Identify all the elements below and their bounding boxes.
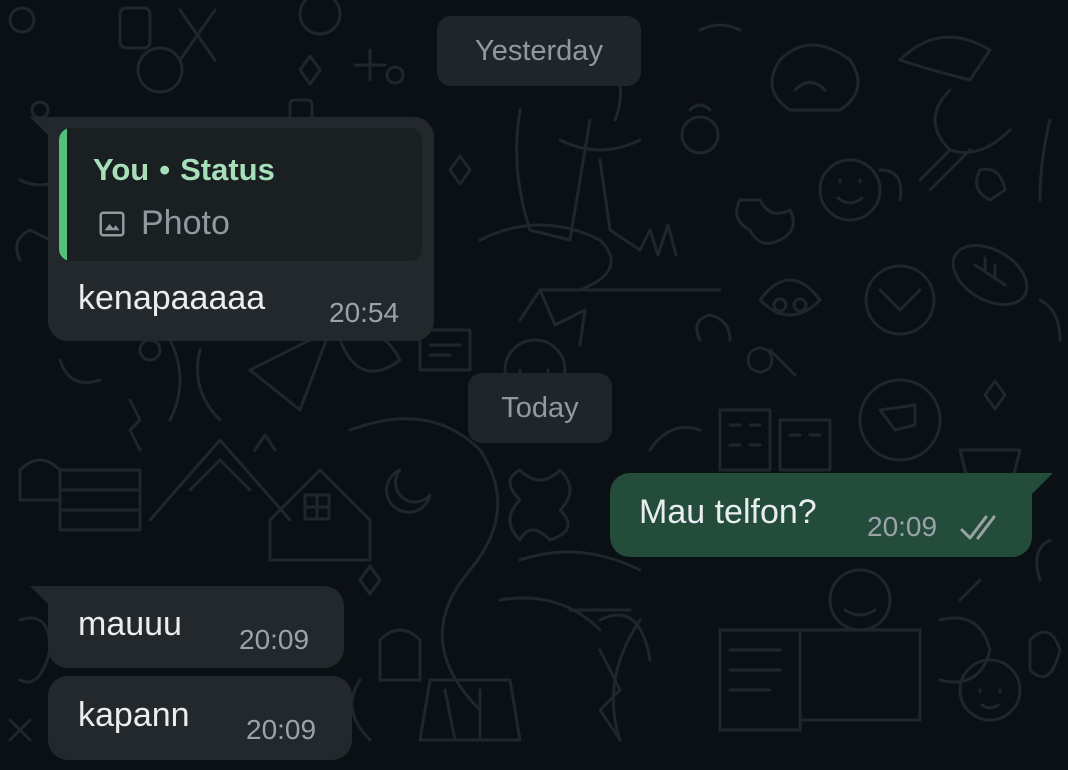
date-separator-today: Today: [468, 373, 612, 443]
quote-context: Status: [180, 152, 275, 187]
message-time: 20:09: [246, 714, 317, 745]
double-check-icon: [960, 515, 996, 540]
message-time: 20:09: [867, 511, 938, 542]
date-separator-yesterday: Yesterday: [437, 16, 641, 86]
quote-author-name: You: [93, 152, 150, 187]
message-time: 20:54: [329, 297, 400, 328]
chat-area: Yesterday You • Status Photo kenapaaaaa 20…: [0, 0, 1068, 770]
message-time: 20:09: [239, 624, 310, 655]
message-text: kapann: [78, 696, 190, 734]
quote-author: You • Status: [93, 152, 275, 188]
date-separator-label: Yesterday: [475, 34, 603, 67]
bubble-tail: [1031, 473, 1053, 495]
message-text: mauuu: [78, 605, 182, 643]
quote-accent-bar: [59, 128, 67, 261]
message-text: Mau telfon?: [639, 493, 817, 531]
image-icon: [99, 211, 125, 236]
quote-media: Photo: [97, 204, 230, 243]
date-separator-label: Today: [501, 391, 579, 424]
quote-separator: •: [159, 152, 171, 187]
quote-media-label: Photo: [141, 204, 230, 242]
quoted-status-reply[interactable]: You • Status Photo: [59, 128, 422, 261]
message-text: kenapaaaaa: [78, 279, 266, 317]
